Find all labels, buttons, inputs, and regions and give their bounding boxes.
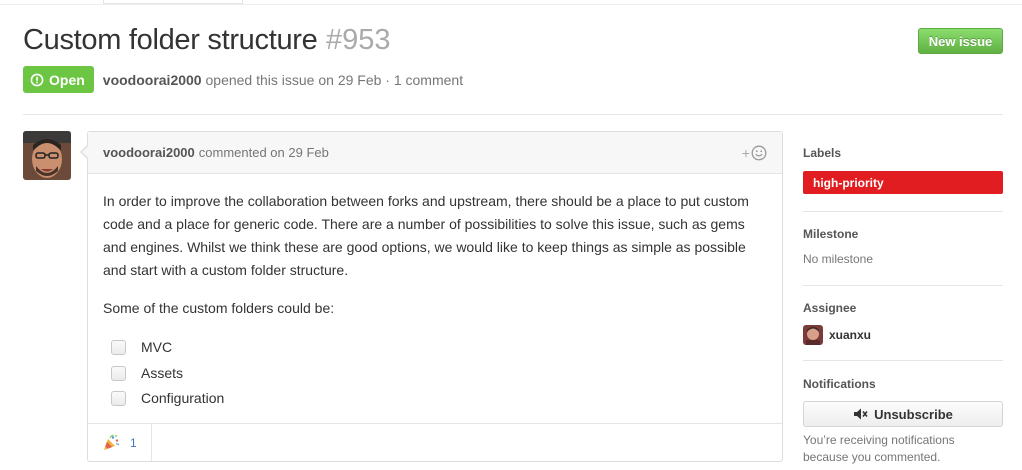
task-label: Assets: [141, 364, 184, 381]
comment-body: In order to improve the collaboration be…: [88, 174, 782, 412]
issue-opened-icon: [30, 73, 44, 86]
milestone-heading[interactable]: Milestone: [803, 227, 1003, 241]
comment-author-avatar[interactable]: [23, 131, 71, 180]
comment-paragraph: Some of the custom folders could be:: [103, 300, 335, 316]
assignee-avatar: [803, 325, 823, 345]
sidebar-assignee: Assignee xuanxu: [803, 301, 1003, 345]
issue-opened-text: opened this issue on 29 Feb · 1 comment: [205, 71, 464, 88]
sidebar-divider: [803, 211, 1003, 212]
task-list-item: Configuration: [103, 386, 767, 412]
issue-number: #953: [325, 24, 391, 56]
task-list-item: MVC: [103, 335, 767, 361]
add-reaction-button[interactable]: +: [742, 145, 767, 161]
issue-meta-text: voodoorai2000 opened this issue on 29 Fe…: [103, 72, 463, 88]
sidebar-divider: [803, 285, 1003, 286]
assignee-heading[interactable]: Assignee: [803, 301, 1003, 315]
task-label: MVC: [141, 339, 173, 356]
issue-state-badge: Open: [23, 66, 94, 93]
notification-reason: You’re receiving notifications because y…: [803, 433, 955, 464]
new-issue-button[interactable]: New issue: [918, 28, 1003, 54]
task-checkbox[interactable]: [111, 365, 126, 381]
assignee-name[interactable]: xuanxu: [829, 328, 871, 342]
issue-state-label: Open: [49, 71, 85, 88]
top-nav-border: [0, 4, 1022, 5]
issue-meta: Open voodoorai2000 opened this issue on …: [23, 66, 463, 93]
sidebar-divider: [803, 360, 1003, 361]
task-list-item: Assets: [103, 361, 767, 387]
mute-icon: [854, 408, 868, 420]
issue-title-row: Custom folder structure #953: [23, 24, 390, 57]
reaction-plus: +: [741, 144, 750, 161]
comment-paragraph: In order to improve the collaboration be…: [103, 193, 749, 278]
reaction-count: 1: [130, 435, 137, 450]
discussion-divider: [23, 114, 1003, 115]
task-list: MVC Assets Configuration: [103, 335, 767, 412]
comment-reactions: 1: [88, 423, 782, 461]
tada-icon: [104, 434, 120, 450]
issue-title: Custom folder structure: [23, 24, 318, 56]
unsubscribe-button[interactable]: Unsubscribe: [803, 401, 1003, 427]
sidebar-labels: Labels high-priority: [803, 146, 1003, 194]
sidebar-notifications: Notifications Unsubscribe You’re receivi…: [803, 377, 1003, 466]
task-checkbox[interactable]: [111, 391, 126, 407]
smiley-icon: [751, 145, 767, 160]
avatar-image: [803, 325, 823, 345]
avatar-image: [23, 131, 71, 180]
task-label: Configuration: [141, 390, 225, 407]
task-checkbox[interactable]: [111, 340, 126, 356]
reaction-tada-button[interactable]: 1: [88, 424, 152, 461]
label-high-priority[interactable]: high-priority: [803, 171, 1003, 194]
notifications-heading: Notifications: [803, 377, 876, 391]
unsubscribe-label: Unsubscribe: [874, 406, 953, 422]
comment-box: voodoorai2000 commented on 29 Feb + In o…: [80, 131, 783, 462]
comment-author[interactable]: voodoorai2000: [103, 145, 195, 160]
sidebar-milestone: Milestone No milestone: [803, 227, 1003, 266]
issue-author-link[interactable]: voodoorai2000: [103, 72, 202, 88]
comment-header: voodoorai2000 commented on 29 Feb +: [88, 132, 782, 174]
labels-heading[interactable]: Labels: [803, 146, 1003, 160]
assignee-item[interactable]: xuanxu: [803, 325, 1003, 345]
milestone-value: No milestone: [803, 252, 874, 266]
comment-timestamp[interactable]: commented on 29 Feb: [199, 145, 329, 160]
